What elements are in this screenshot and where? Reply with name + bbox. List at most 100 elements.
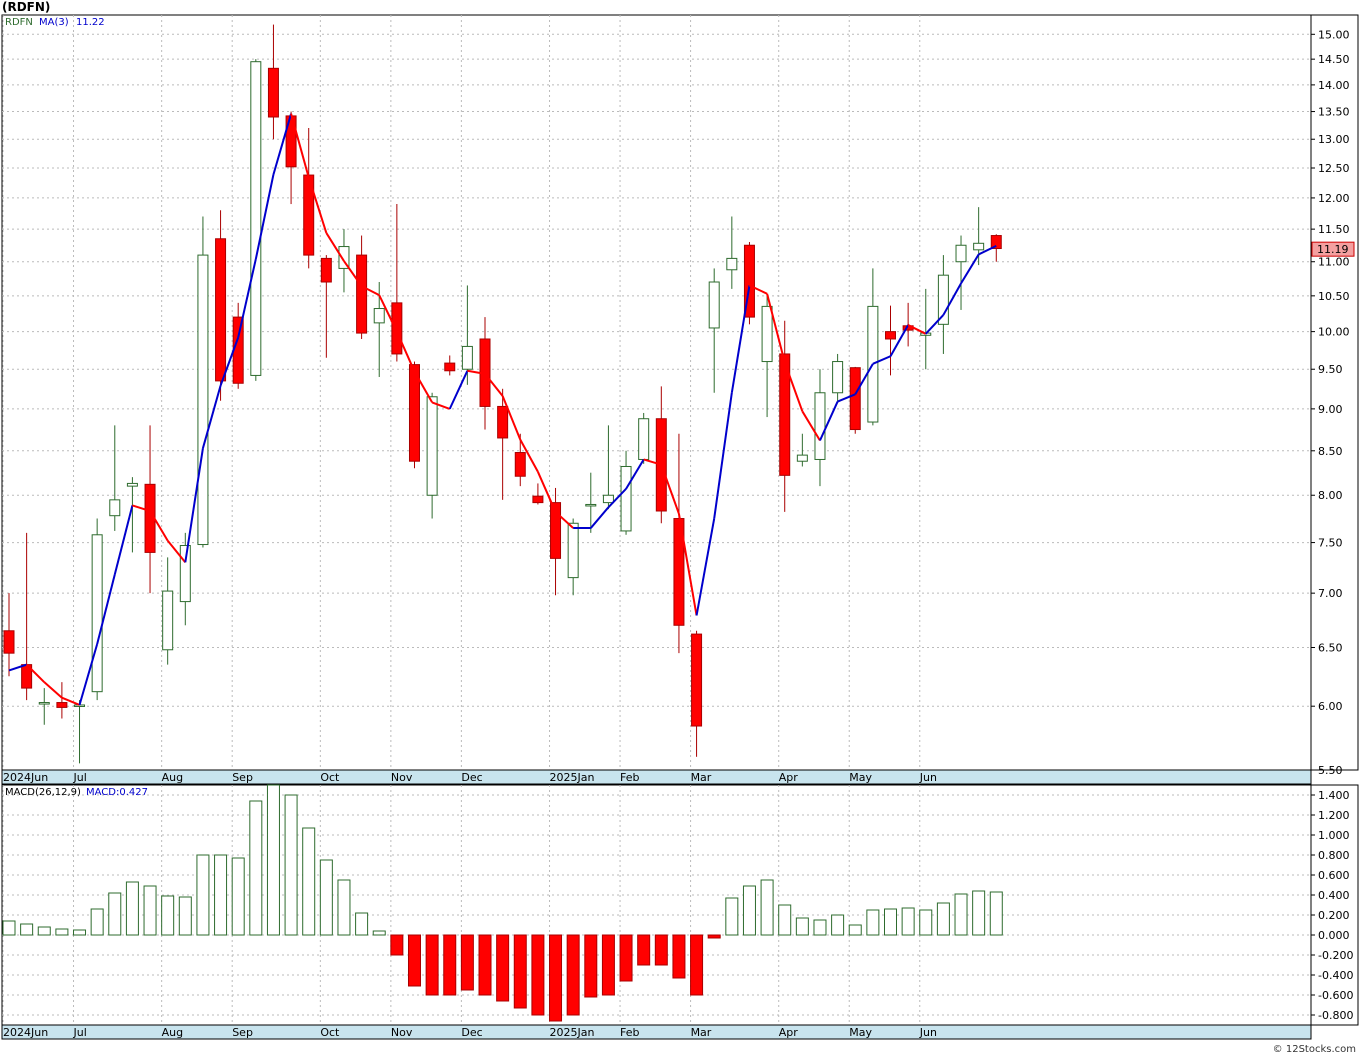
macd-bar bbox=[831, 914, 845, 936]
price-x-label: Jul bbox=[73, 771, 87, 784]
macd-tick-label: 0.600 bbox=[1318, 869, 1350, 882]
price-tick-label: 14.00 bbox=[1318, 79, 1350, 92]
macd-x-label: Mar bbox=[691, 1026, 712, 1039]
macd-bar bbox=[760, 879, 774, 936]
price-x-label: Apr bbox=[779, 771, 799, 784]
candle-body bbox=[691, 633, 703, 727]
price-candle bbox=[250, 59, 262, 381]
candle-body bbox=[215, 238, 227, 382]
price-x-label: Nov bbox=[391, 771, 413, 784]
macd-tick-label: -0.400 bbox=[1318, 969, 1353, 982]
macd-bar bbox=[478, 934, 492, 996]
macd-bar bbox=[178, 896, 192, 936]
macd-bar bbox=[848, 924, 862, 936]
price-tick-label: 7.50 bbox=[1318, 537, 1343, 550]
macd-bar bbox=[20, 923, 34, 936]
macd-bar bbox=[496, 934, 510, 1002]
macd-bar bbox=[143, 885, 157, 936]
candle-body bbox=[796, 454, 808, 462]
price-tick-label: 13.00 bbox=[1318, 133, 1350, 146]
macd-tick-label: -0.600 bbox=[1318, 989, 1353, 1002]
macd-bar bbox=[90, 908, 104, 936]
candle-body bbox=[356, 254, 368, 334]
candle-body bbox=[708, 281, 720, 329]
price-x-label: 2024Jun bbox=[3, 771, 48, 784]
macd-bar bbox=[214, 854, 228, 936]
chart-canvas: 15.00 14.50 14.00 13.50 13.00 12.50 12.00 11.50… bbox=[1, 14, 1359, 1055]
macd-bar bbox=[584, 934, 598, 998]
macd-x-label: Sep bbox=[232, 1026, 253, 1039]
candle-body bbox=[832, 361, 844, 394]
macd-bar bbox=[284, 794, 298, 936]
macd-x-label: Jul bbox=[73, 1026, 87, 1039]
macd-bar bbox=[866, 909, 880, 936]
macd-bar bbox=[637, 934, 651, 966]
price-tick-label: 8.00 bbox=[1318, 489, 1343, 502]
macd-bar bbox=[619, 934, 633, 982]
price-tick-label: 14.50 bbox=[1318, 53, 1350, 66]
macd-x-label: Feb bbox=[620, 1026, 639, 1039]
price-x-label: Jun bbox=[919, 771, 937, 784]
macd-bar bbox=[443, 934, 457, 996]
candle-body bbox=[320, 257, 332, 283]
macd-bar bbox=[954, 893, 968, 936]
price-x-axis-band bbox=[1, 769, 1312, 785]
candle-body bbox=[638, 418, 650, 460]
macd-tick-label: 1.200 bbox=[1318, 809, 1350, 822]
macd-bar bbox=[513, 934, 527, 1009]
price-candle bbox=[849, 366, 861, 434]
candle-body bbox=[91, 534, 103, 693]
macd-bar bbox=[425, 934, 439, 996]
candle-body bbox=[426, 396, 438, 496]
candle-body bbox=[38, 702, 50, 705]
price-tick-label: 13.50 bbox=[1318, 106, 1350, 119]
price-candle bbox=[197, 216, 209, 548]
macd-bar bbox=[690, 934, 704, 996]
price-x-label: Sep bbox=[232, 771, 253, 784]
macd-tick-label: 0.000 bbox=[1318, 929, 1350, 942]
price-axis-area bbox=[1310, 14, 1359, 771]
price-legend-ma-label: MA(3) bbox=[39, 17, 69, 28]
price-x-label: Aug bbox=[162, 771, 183, 784]
macd-bar bbox=[460, 934, 474, 991]
macd-bar bbox=[355, 912, 369, 936]
candle-body bbox=[955, 244, 967, 263]
candle-body bbox=[532, 495, 544, 504]
candle-body bbox=[937, 274, 949, 325]
macd-bar bbox=[778, 904, 792, 936]
candle-body bbox=[250, 61, 262, 376]
price-tick-label: 8.50 bbox=[1318, 445, 1343, 458]
candle-body bbox=[602, 494, 614, 504]
macd-bar bbox=[2, 920, 16, 936]
macd-bar bbox=[249, 800, 263, 936]
macd-tick-label: 1.400 bbox=[1318, 789, 1350, 802]
candle-body bbox=[514, 452, 526, 477]
macd-bar bbox=[725, 897, 739, 936]
price-tick-label: 11.50 bbox=[1318, 223, 1350, 236]
credit-text: © 12Stocks.com bbox=[1273, 1044, 1356, 1055]
candle-body bbox=[197, 254, 209, 546]
macd-bar bbox=[231, 857, 245, 936]
macd-bar bbox=[125, 881, 139, 936]
macd-tick-label: 0.400 bbox=[1318, 889, 1350, 902]
price-candle bbox=[215, 210, 227, 401]
candle-body bbox=[126, 482, 138, 487]
macd-bar bbox=[196, 854, 210, 936]
macd-bar bbox=[531, 934, 545, 1016]
macd-bar bbox=[266, 784, 280, 936]
price-x-label: Mar bbox=[691, 771, 712, 784]
macd-x-label: Dec bbox=[461, 1026, 482, 1039]
macd-bar bbox=[919, 909, 933, 936]
macd-tick-label: 1.000 bbox=[1318, 829, 1350, 842]
macd-x-label: Apr bbox=[779, 1026, 799, 1039]
price-x-label: Feb bbox=[620, 771, 639, 784]
macd-x-label: 2024Jun bbox=[3, 1026, 48, 1039]
macd-legend-value: MACD:0.427 bbox=[86, 787, 148, 798]
macd-bar bbox=[742, 885, 756, 936]
macd-legend-label: MACD(26,12,9) bbox=[5, 787, 81, 798]
price-x-label: 2025Jan bbox=[550, 771, 595, 784]
macd-bar bbox=[37, 926, 51, 936]
candle-body bbox=[267, 67, 279, 118]
price-tick-label: 10.50 bbox=[1318, 290, 1350, 303]
macd-bar bbox=[108, 892, 122, 936]
